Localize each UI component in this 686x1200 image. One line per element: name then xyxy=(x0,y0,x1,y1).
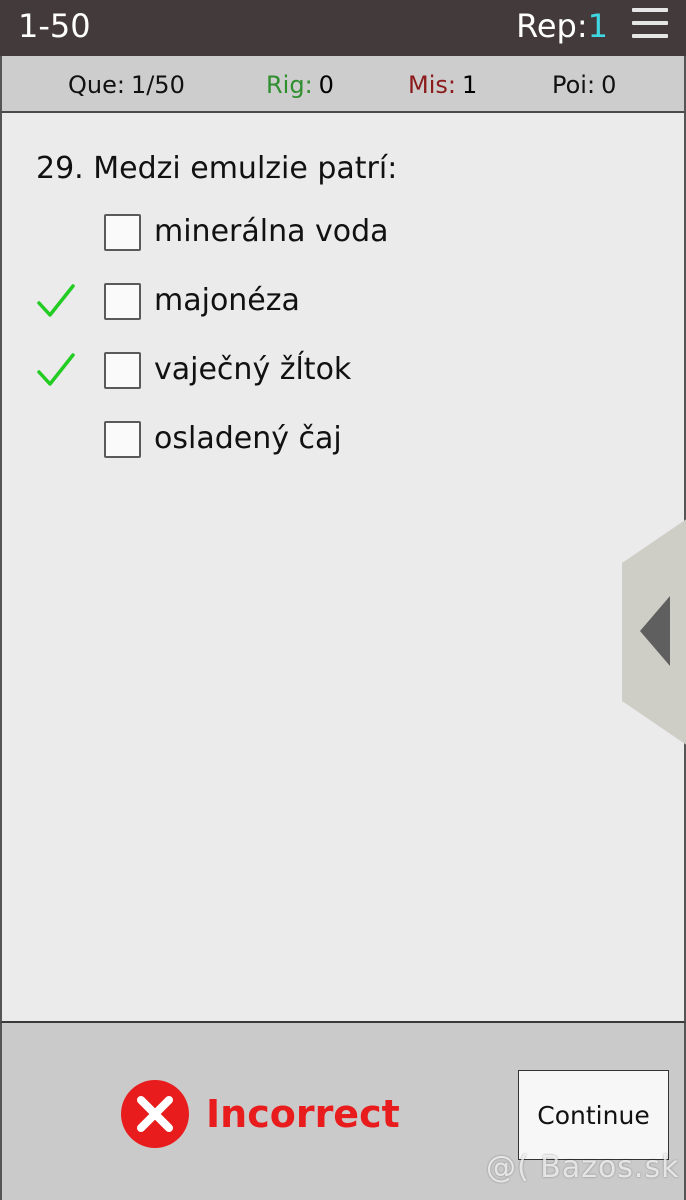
stat-mistakes-label: Mis: xyxy=(408,71,456,99)
error-x-icon xyxy=(121,1080,189,1148)
stat-right: Rig: 0 xyxy=(266,70,334,100)
repetition-counter: Rep:1 xyxy=(516,6,608,46)
rep-label: Rep: xyxy=(516,7,588,45)
answer-label: vaječný žĺtok xyxy=(154,352,352,387)
stat-right-value: 0 xyxy=(318,71,334,99)
stat-points: Poi: 0 xyxy=(552,70,616,100)
stat-points-label: Poi: xyxy=(552,71,596,99)
stat-questions-label: Que: xyxy=(68,71,125,99)
answer-option[interactable]: majonéza xyxy=(2,274,602,330)
answer-checkbox[interactable] xyxy=(104,421,141,458)
side-drawer-tab[interactable] xyxy=(622,518,686,746)
result-text: Incorrect xyxy=(206,1092,400,1136)
stat-mistakes: Mis: 1 xyxy=(408,70,477,100)
question-panel: 29. Medzi emulzie patrí: minerálna voda … xyxy=(0,113,686,1023)
stat-questions-value: 1/50 xyxy=(130,71,185,99)
question-text: 29. Medzi emulzie patrí: xyxy=(36,151,398,186)
stats-bar: Que: 1/50 Rig: 0 Mis: 1 Poi: 0 xyxy=(0,56,686,113)
answer-option[interactable]: vaječný žĺtok xyxy=(2,343,602,399)
top-bar: 1-50 Rep:1 xyxy=(0,0,686,56)
stat-points-value: 0 xyxy=(601,71,617,99)
checkmark-icon xyxy=(37,353,75,386)
answer-option[interactable]: minerálna voda xyxy=(2,205,602,261)
answer-label: majonéza xyxy=(154,283,300,318)
answer-label: osladený čaj xyxy=(154,421,342,456)
answer-option[interactable]: osladený čaj xyxy=(2,412,602,468)
answer-checkbox[interactable] xyxy=(104,214,141,251)
continue-button[interactable]: Continue xyxy=(518,1070,669,1160)
answer-checkbox[interactable] xyxy=(104,283,141,320)
checkmark-icon xyxy=(37,284,75,317)
stat-mistakes-value: 1 xyxy=(461,71,478,99)
set-title: 1-50 xyxy=(18,7,91,45)
rep-value: 1 xyxy=(587,7,608,45)
stat-questions: Que: 1/50 xyxy=(68,70,185,100)
answer-label: minerálna voda xyxy=(154,214,389,249)
stat-right-label: Rig: xyxy=(266,71,313,99)
hamburger-menu-icon[interactable] xyxy=(632,8,668,42)
watermark: @( Bazos.sk xyxy=(486,1150,680,1185)
answer-checkbox[interactable] xyxy=(104,352,141,389)
